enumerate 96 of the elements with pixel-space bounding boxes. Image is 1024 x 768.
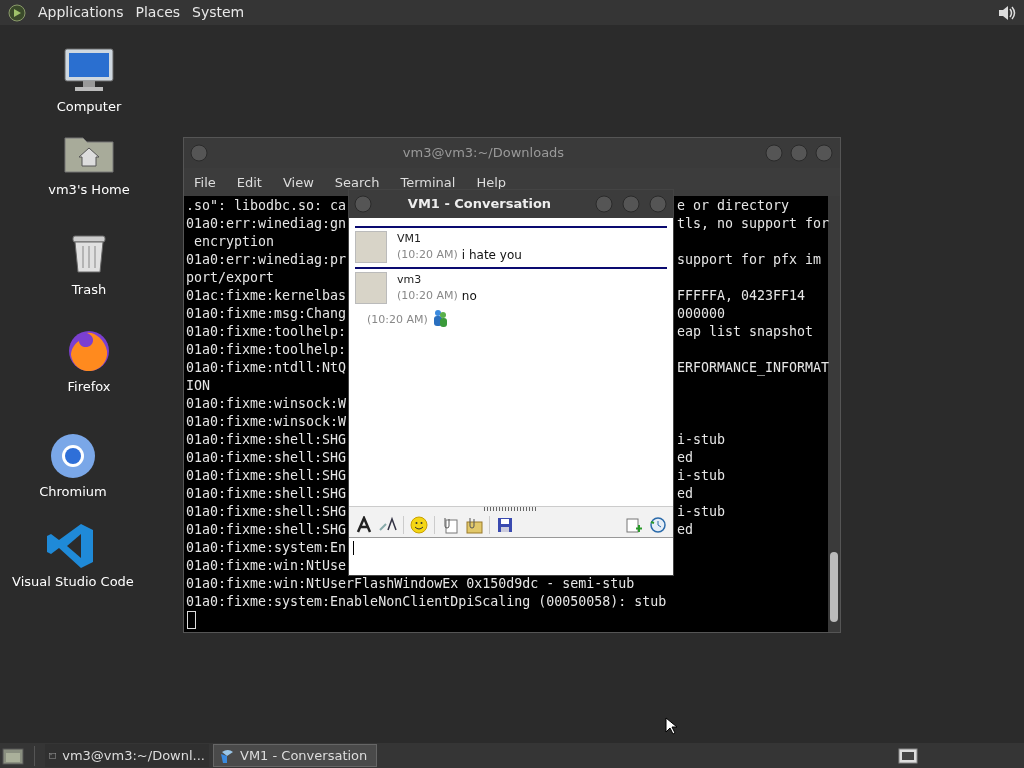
panel-menu[interactable]: Applications (38, 2, 124, 23)
menu-item[interactable]: Edit (236, 174, 262, 190)
panel-menu[interactable]: System (192, 2, 245, 23)
window-title: VM1 - Conversation (406, 195, 553, 214)
avatar-picture (355, 272, 387, 304)
font-button[interactable] (355, 515, 373, 534)
font-icon (355, 515, 373, 534)
save-icon (496, 515, 514, 534)
terminal-line: 01a0:fixme:ntdll:NtQ (186, 361, 347, 375)
terminal-line: 01a0:fixme:shell:SHG (186, 505, 347, 519)
terminal-line: 01a0:fixme:shell:SHG (186, 469, 347, 483)
attach-folder-icon (465, 515, 483, 534)
terminal-line: ERFORMANCE_INFORMAT (677, 361, 830, 375)
terminal-line: 01a0:fixme:win:NtUse (186, 559, 347, 573)
scrollbar[interactable] (828, 196, 840, 632)
terminal-line: support for pfx im (677, 253, 822, 267)
terminal-line: 01a0:fixme:winsock:W (186, 397, 347, 411)
desktop-icon-label[interactable]: Firefox (67, 377, 111, 397)
sender-name: VM1 (397, 231, 422, 247)
desktop-icon-label[interactable]: Chromium (39, 482, 107, 502)
terminal-cursor (187, 611, 196, 629)
scrollbar-thumb[interactable] (830, 552, 838, 622)
smiley-button[interactable] (410, 515, 428, 534)
terminal-line: 000000 (677, 307, 726, 321)
attach-file-icon (441, 515, 459, 534)
sender-name: vm3 (397, 272, 423, 288)
desktop-icon-label[interactable]: vm3's Home (48, 180, 130, 200)
terminal-line: eap list snapshot (677, 325, 814, 339)
terminal-line: 01a0:fixme:system:En (186, 541, 347, 555)
taskbar-button[interactable]: VM1 - Conversation (213, 744, 377, 767)
mouse-pointer-icon (665, 717, 677, 735)
terminal-line: tls, no support for (677, 217, 830, 231)
add-page-button[interactable] (625, 515, 643, 534)
minimize-icon (594, 195, 614, 213)
window-title: vm3@vm3:~/Downloads (401, 144, 566, 163)
desktop-icon-label[interactable]: Visual Studio Code (12, 572, 134, 592)
terminal-line: ed (677, 523, 693, 537)
terminal-line: 01a0:err:winediag:gn (186, 217, 347, 231)
terminal-line: 01a0:err:winediag:pr (186, 253, 347, 267)
terminal-line: 01ac:fixme:kernelbas (186, 289, 347, 303)
smiley-icon (410, 515, 428, 534)
app-menu-icon (8, 3, 26, 22)
menu-item[interactable]: Help (476, 174, 507, 190)
terminal-line: e or directory (677, 199, 790, 213)
terminal-line: ION (186, 379, 211, 393)
save-button[interactable] (496, 515, 514, 534)
attach-file-button[interactable] (441, 515, 459, 534)
terminal-line: i-stub (677, 505, 726, 519)
message-time: (10:20 AM) (397, 288, 458, 304)
people-emoticon-icon (431, 308, 448, 328)
menu-item[interactable]: Terminal (400, 174, 456, 190)
maximize-icon (789, 144, 809, 162)
terminal-line: 01a0:fixme:win:NtUserFlashWindowEx 0x150d9dc - semi-stub (186, 577, 635, 591)
resize-grip[interactable] (484, 507, 538, 511)
taskbar-button[interactable]: vm3@vm3:~/Downl... (45, 744, 209, 767)
maximize-icon (621, 195, 641, 213)
terminal-line: 01a0:fixme:msg:Chang (186, 307, 347, 321)
close-icon (814, 144, 834, 162)
terminal-line: 01a0:fixme:shell:SHG (186, 451, 347, 465)
workspace-switcher-icon (898, 747, 918, 764)
panel-menu[interactable]: Places (135, 2, 181, 23)
window-menu-icon (190, 144, 208, 162)
terminal-line: ed (677, 451, 693, 465)
terminal-line: 01a0:fixme:winsock:W (186, 415, 347, 429)
terminal-line: .so": libodbc.so: ca (186, 199, 347, 213)
avatar-picture (355, 231, 387, 263)
terminal-line: 01a0:fixme:shell:SHG (186, 523, 347, 537)
terminal-line: FFFFFA, 0423FF14 (677, 289, 806, 303)
terminal-line: 01a0:fixme:toolhelp: (186, 325, 347, 339)
menu-item[interactable]: View (282, 174, 314, 190)
terminal-line: 01a0:fixme:shell:SHG (186, 487, 347, 501)
menu-item[interactable]: File (194, 174, 216, 190)
terminal-line: i-stub (677, 433, 726, 447)
desktop-icon-label[interactable]: Trash (71, 280, 107, 300)
terminal-line: 01a0:fixme:system:EnableNonClientDpiScaling (00050058): stub (186, 595, 667, 609)
message-time: (10:20 AM) (397, 247, 458, 263)
chat-bubble-icon (218, 747, 234, 764)
add-page-icon (625, 515, 643, 534)
terminal-line: port/export (186, 271, 275, 285)
history-icon (649, 515, 667, 534)
message-text: no (461, 288, 477, 304)
desktop-icon-label[interactable]: Computer (56, 97, 122, 117)
terminal-line: i-stub (677, 469, 726, 483)
close-icon (648, 195, 668, 213)
show-desktop-icon (2, 746, 24, 765)
minimize-icon (764, 144, 784, 162)
terminal-line: 01a0:fixme:shell:SHG (186, 433, 347, 447)
history-button[interactable] (649, 515, 667, 534)
terminal-line: 01a0:fixme:toolhelp: (186, 343, 347, 357)
window-menu-icon (354, 195, 372, 213)
attach-folder-button[interactable] (465, 515, 483, 534)
menu-item[interactable]: Search (334, 174, 380, 190)
terminal-line: ed (677, 487, 693, 501)
message-time: (10:20 AM) (367, 311, 428, 328)
message-text: i hate you (461, 247, 522, 263)
terminal-line: encryption (193, 235, 275, 249)
